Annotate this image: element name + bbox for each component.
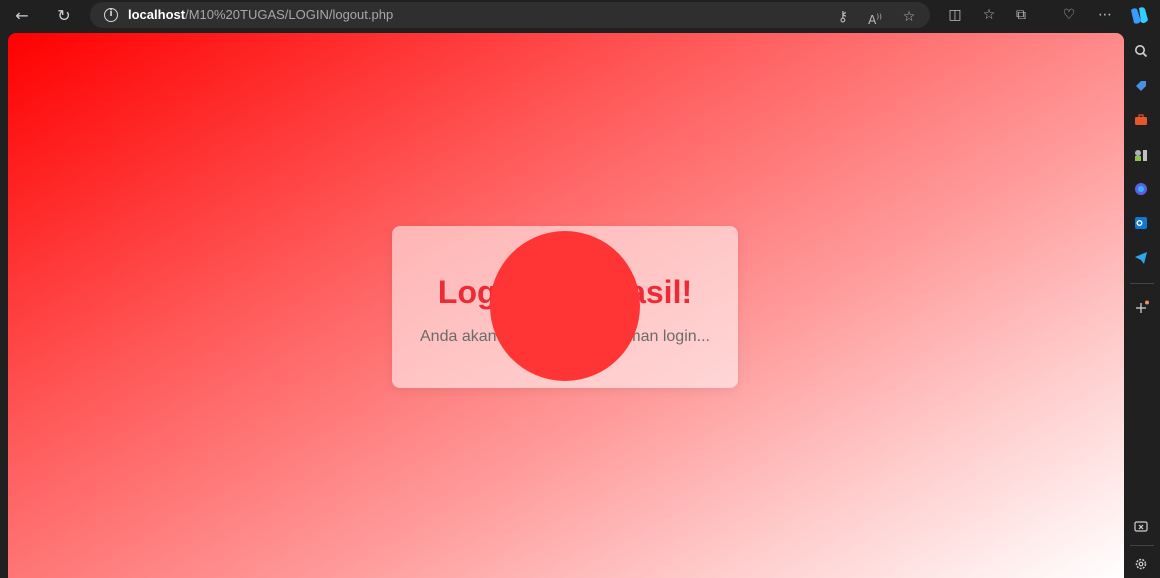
favorite-star-icon[interactable]: ☆ bbox=[898, 6, 920, 28]
browser-toolbar: ← ↻ i localhost/M10%20TUGAS/LOGIN/logout… bbox=[0, 0, 1160, 33]
add-icon[interactable] bbox=[1132, 299, 1150, 317]
microsoft-365-icon[interactable] bbox=[1132, 180, 1150, 198]
browser-essentials-icon[interactable]: ♡ bbox=[1058, 4, 1080, 26]
read-aloud-icon[interactable]: A)) bbox=[864, 6, 886, 28]
loading-spinner bbox=[490, 231, 640, 381]
telegram-icon[interactable] bbox=[1132, 249, 1150, 267]
games-icon[interactable] bbox=[1132, 146, 1150, 164]
more-icon[interactable]: ⋯ bbox=[1094, 4, 1116, 26]
site-info-icon[interactable]: i bbox=[104, 8, 118, 22]
back-icon[interactable]: ← bbox=[10, 4, 34, 28]
page-viewport: Logout Berhasil! Anda akan diarahkan ke … bbox=[8, 33, 1124, 578]
sidebar-divider bbox=[1130, 283, 1154, 284]
url-text[interactable]: localhost/M10%20TUGAS/LOGIN/logout.php bbox=[128, 6, 393, 24]
collections-icon[interactable]: ⧉ bbox=[1010, 4, 1032, 26]
sidebar-divider bbox=[1130, 545, 1154, 546]
outlook-icon[interactable] bbox=[1132, 214, 1150, 232]
url-path: /M10%20TUGAS/LOGIN/logout.php bbox=[185, 7, 394, 22]
split-screen-icon[interactable]: ◫ bbox=[944, 4, 966, 26]
settings-icon[interactable] bbox=[1132, 555, 1150, 573]
refresh-icon[interactable]: ↻ bbox=[52, 4, 76, 28]
key-icon[interactable]: ⚷ bbox=[832, 6, 854, 28]
favorites-icon[interactable]: ☆ bbox=[978, 4, 1000, 26]
address-bar[interactable]: i localhost/M10%20TUGAS/LOGIN/logout.php… bbox=[90, 2, 930, 28]
browser-sidebar bbox=[1124, 33, 1160, 578]
url-host: localhost bbox=[128, 7, 186, 22]
shopping-tag-icon[interactable] bbox=[1132, 77, 1150, 95]
search-icon[interactable] bbox=[1132, 42, 1150, 60]
tools-icon[interactable] bbox=[1132, 111, 1150, 129]
screenshot-icon[interactable] bbox=[1132, 518, 1150, 536]
copilot-icon[interactable] bbox=[1128, 6, 1150, 26]
